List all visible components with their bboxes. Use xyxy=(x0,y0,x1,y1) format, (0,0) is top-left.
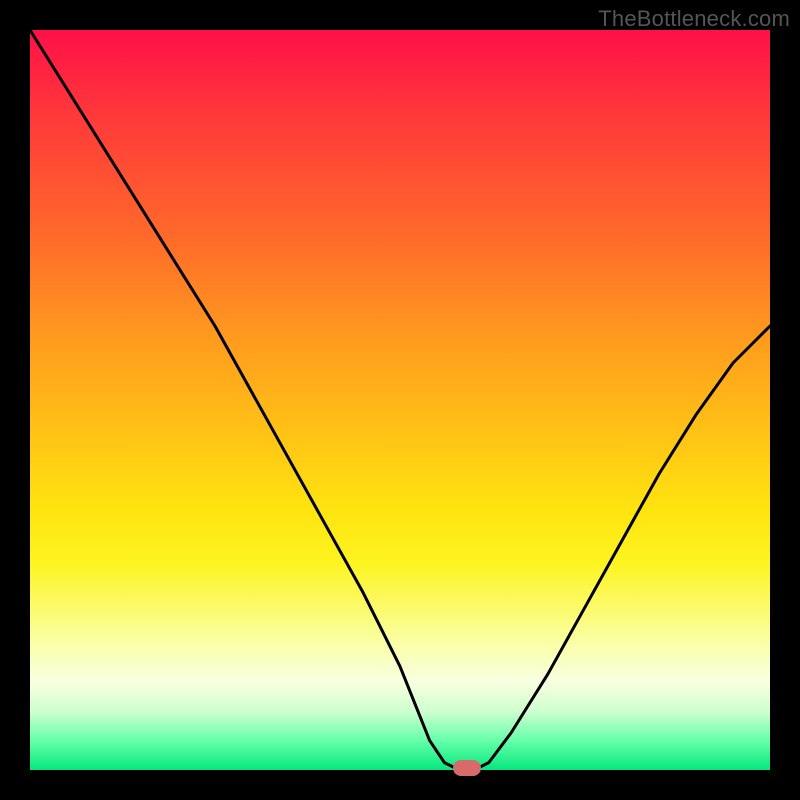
bottleneck-curve xyxy=(30,30,770,770)
optimal-point-marker xyxy=(453,760,481,776)
chart-container: TheBottleneck.com xyxy=(0,0,800,800)
watermark-text: TheBottleneck.com xyxy=(598,6,790,32)
